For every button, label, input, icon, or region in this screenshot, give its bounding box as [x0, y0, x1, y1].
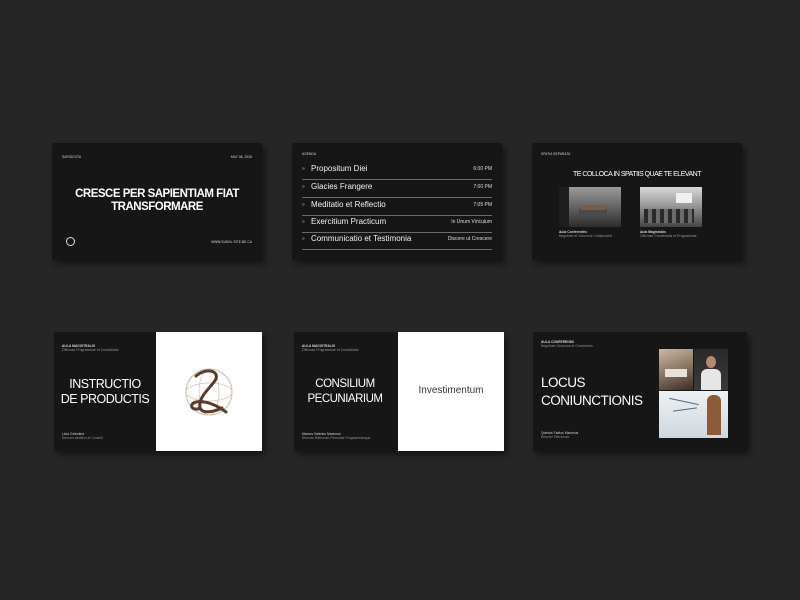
- card-desc: Negotium et Occursus Collaborativi: [559, 234, 613, 238]
- slide-consilium[interactable]: AULA MAGISTRALIS Officinae Programmae et…: [294, 332, 504, 451]
- slide-tag: SARISCOTA: [62, 155, 82, 159]
- slide-date: MAY 08, 2026: [230, 155, 252, 159]
- agenda-row: » Exercitium Practicum In Unum Vinculum: [302, 215, 492, 233]
- slide-subtag: Negotium Occursus et Conventum: [541, 344, 593, 348]
- arrow-right-icon: »: [302, 219, 305, 225]
- agenda-row: » Propositum Diei 6:00 PM: [302, 162, 492, 180]
- person-role: Director Officiorum: [541, 435, 570, 439]
- arrow-right-icon: »: [302, 184, 305, 190]
- slide-subtag: Officinae Programmae et Creativitatis: [302, 348, 359, 352]
- arrow-right-icon: »: [302, 236, 305, 242]
- slide-subtag: Officinae Programmae et Creativitatis: [62, 348, 119, 352]
- agenda-row: » Meditatio et Reflectio 7:05 PM: [302, 198, 492, 216]
- logo-panel: [156, 332, 262, 451]
- agenda-header: AGENDA: [302, 152, 317, 156]
- card-desc: Officinae Creativitatis et Programmae: [640, 234, 697, 238]
- whiteboard-photo: [659, 391, 728, 438]
- slide-footer: WWW.SUNSL.SITE.BE.CA: [211, 240, 252, 244]
- slide-instructio[interactable]: AULA MAGISTRALIS Officinae Programmae et…: [54, 332, 262, 451]
- slide-agenda[interactable]: AGENDA » Propositum Diei 6:00 PM » Glacies …: [292, 143, 502, 260]
- meeting-photo: [659, 349, 693, 390]
- agenda-row: » Glacies Frangere 7:00 PM: [302, 180, 492, 198]
- slide-title: INSTRUCTIO DE PRODUCTIS: [60, 377, 150, 406]
- slide-spaces[interactable]: SPATIA SEPARATA TE COLLOCA IN SPATIIS QU…: [532, 143, 742, 260]
- conference-room-photo: [559, 187, 621, 227]
- arrow-right-icon: »: [302, 166, 305, 172]
- workshop-room-photo: [640, 187, 702, 227]
- person-role: Director Rationum Pecuniae Programmaeque: [302, 436, 371, 440]
- slide-title: LOCUS CONIUNCTIONIS: [541, 375, 643, 408]
- agenda-row: » Communicatio et Testimonia Discere ut Cr…: [302, 232, 492, 250]
- portrait-photo: [694, 349, 728, 390]
- slide-locus[interactable]: AULA CONFERENDII Negotium Occursus et Co…: [533, 332, 747, 451]
- slide-title: CRESCE PER SAPIENTIAM FIAT TRANSFORMARE: [75, 188, 239, 213]
- spaces-header: SPATIA SEPARATA: [541, 152, 571, 156]
- spaces-title: TE COLLOCA IN SPATIIS QUAE TE ELEVANT: [572, 171, 702, 178]
- investment-panel: Investimentum: [398, 332, 504, 451]
- slide-title: CONSILIUM PECUNIARIUM: [307, 378, 383, 405]
- globe-icon: [66, 237, 75, 246]
- arrow-right-icon: »: [302, 202, 305, 208]
- slide-cover[interactable]: SARISCOTA MAY 08, 2026 CRESCE PER SAPIEN…: [52, 143, 262, 260]
- person-role: Director Aedificii et Consilii: [62, 436, 103, 440]
- globe-monogram-logo-icon: [185, 368, 233, 416]
- investment-label: Investimentum: [418, 385, 484, 396]
